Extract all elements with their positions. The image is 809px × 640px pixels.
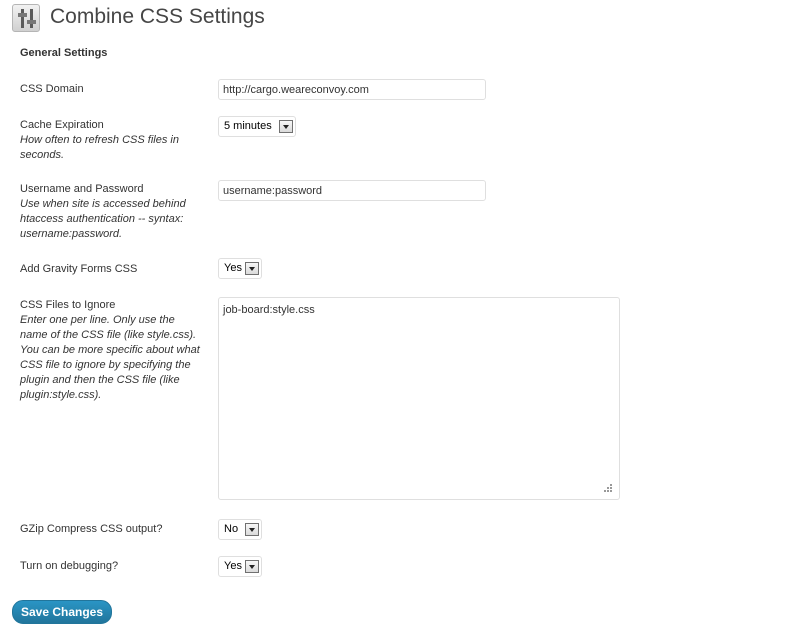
chevron-down-icon[interactable]: [279, 120, 293, 133]
debugging-label: Turn on debugging?: [20, 560, 119, 572]
files-ignore-textarea[interactable]: job-board:style.css: [218, 297, 620, 500]
gzip-value: No: [224, 523, 239, 535]
debugging-select[interactable]: Yes: [218, 556, 262, 577]
username-password-description: Use when site is accessed behind htacces…: [20, 198, 186, 240]
gravity-forms-select[interactable]: Yes: [218, 258, 262, 279]
page-title: Combine CSS Settings: [50, 5, 265, 28]
chevron-down-icon[interactable]: [245, 523, 259, 536]
cache-expiration-value: 5 minutes: [224, 120, 272, 132]
cache-expiration-label: Cache Expiration: [20, 119, 104, 131]
files-ignore-description: Enter one per line. Only use the name of…: [20, 314, 200, 401]
username-password-label: Username and Password: [20, 183, 144, 195]
css-domain-label-group: CSS Domain: [20, 82, 205, 97]
gzip-select[interactable]: No: [218, 519, 262, 540]
resize-grip-icon[interactable]: [603, 483, 613, 493]
gravity-forms-label: Add Gravity Forms CSS: [20, 263, 138, 275]
username-password-label-group: Username and Password Use when site is a…: [20, 182, 205, 242]
debugging-label-group: Turn on debugging?: [20, 559, 205, 574]
chevron-down-icon[interactable]: [245, 262, 259, 275]
cache-expiration-description: How often to refresh CSS files in second…: [20, 134, 179, 161]
gzip-label-group: GZip Compress CSS output?: [20, 522, 205, 537]
username-password-input[interactable]: [218, 180, 486, 201]
section-title: General Settings: [20, 47, 108, 59]
css-domain-input[interactable]: [218, 79, 486, 100]
chevron-down-icon[interactable]: [245, 560, 259, 573]
cache-expiration-label-group: Cache Expiration How often to refresh CS…: [20, 118, 205, 163]
gravity-forms-value: Yes: [224, 262, 242, 274]
settings-sliders-icon: [12, 4, 40, 32]
files-ignore-label-group: CSS Files to Ignore Enter one per line. …: [20, 298, 205, 403]
gzip-label: GZip Compress CSS output?: [20, 523, 163, 535]
gravity-forms-label-group: Add Gravity Forms CSS: [20, 262, 205, 277]
save-changes-button[interactable]: Save Changes: [12, 600, 112, 624]
cache-expiration-select[interactable]: 5 minutes: [218, 116, 296, 137]
debugging-value: Yes: [224, 560, 242, 572]
css-domain-label: CSS Domain: [20, 83, 84, 95]
files-ignore-label: CSS Files to Ignore: [20, 299, 116, 311]
